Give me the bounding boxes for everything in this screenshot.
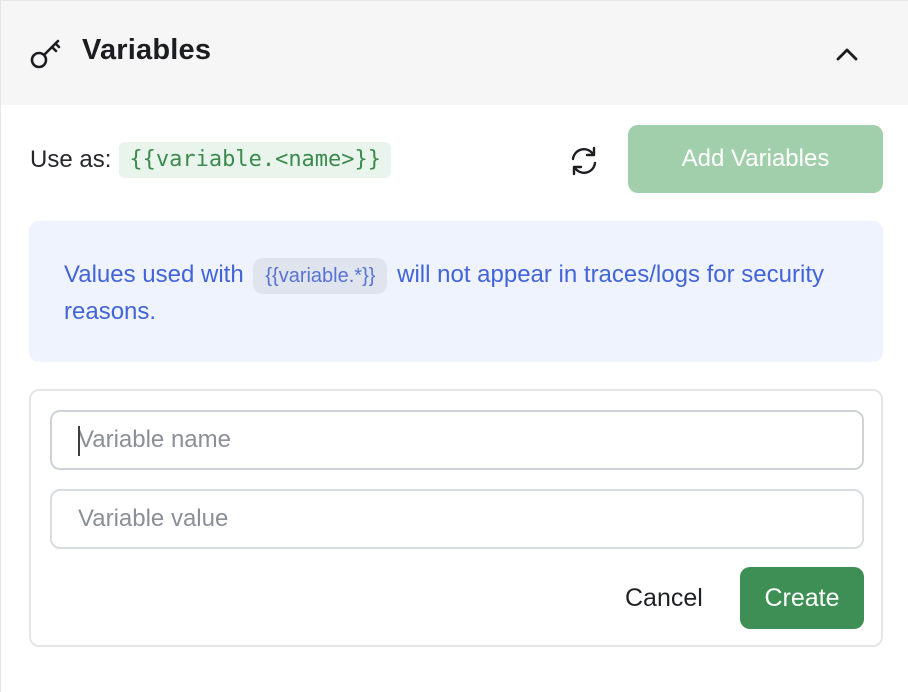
- notice-text-before: Values used with: [64, 261, 244, 288]
- variable-value-input[interactable]: [50, 489, 864, 549]
- new-variable-form: Cancel Create: [29, 389, 883, 647]
- variables-panel: Variables Use as: {{variable.<name>}} Ad…: [0, 0, 908, 692]
- usage-hint: Use as: {{variable.<name>}}: [30, 141, 392, 179]
- create-button[interactable]: Create: [740, 567, 864, 629]
- key-icon: [30, 39, 61, 69]
- usage-syntax-chip: {{variable.<name>}}: [119, 142, 392, 178]
- text-caret: [78, 426, 80, 456]
- variable-name-input[interactable]: [50, 410, 864, 470]
- add-variables-button[interactable]: Add Variables: [628, 125, 883, 193]
- chevron-up-icon[interactable]: [833, 40, 861, 68]
- security-notice: Values used with {{variable.*}} will not…: [29, 221, 883, 362]
- refresh-icon[interactable]: [567, 144, 601, 178]
- variables-header[interactable]: Variables: [1, 1, 908, 105]
- panel-title: Variables: [82, 34, 212, 66]
- cancel-button[interactable]: Cancel: [611, 567, 717, 629]
- notice-syntax-chip: {{variable.*}}: [253, 257, 388, 294]
- usage-label: Use as:: [30, 146, 112, 173]
